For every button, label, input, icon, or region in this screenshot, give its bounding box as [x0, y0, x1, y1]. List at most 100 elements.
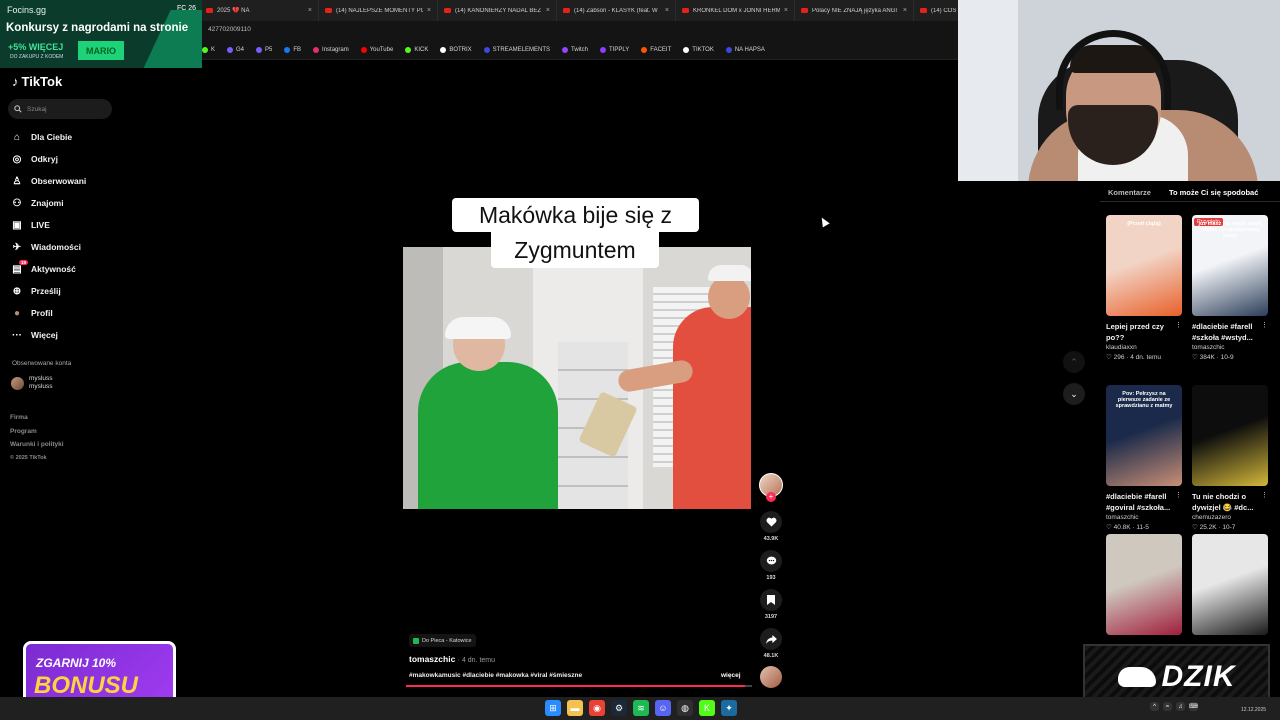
- bookmark-item[interactable]: NA HAPSA: [725, 46, 765, 53]
- explorer-icon[interactable]: ▬: [567, 700, 583, 716]
- close-icon[interactable]: ×: [784, 7, 788, 14]
- sidebar-item-dla-ciebie[interactable]: ⌂ Dla Ciebie: [11, 126, 121, 148]
- bookmark-item[interactable]: FB: [284, 46, 301, 53]
- close-icon[interactable]: ×: [903, 7, 907, 14]
- bookmark-item[interactable]: KICK: [405, 46, 428, 53]
- close-icon[interactable]: ×: [546, 7, 550, 14]
- browser-tab[interactable]: Polacy NIE ZNAJĄ języka ANGI ×: [795, 0, 914, 21]
- close-icon[interactable]: ×: [308, 7, 312, 14]
- bookmark-item[interactable]: Instagram: [313, 46, 349, 53]
- video-thumbnail[interactable]: Pov: Pełrzysz na pierwsze zadanie ze spr…: [1106, 385, 1182, 486]
- footer-link-company[interactable]: Firma: [10, 411, 64, 425]
- bookmark-item[interactable]: Twitch: [562, 46, 588, 53]
- windows-start-icon[interactable]: ⊞: [545, 700, 561, 716]
- more-options-icon[interactable]: ⋮: [1261, 321, 1268, 329]
- suggestion-card[interactable]: [1106, 534, 1182, 635]
- more-options-icon[interactable]: ⋮: [1175, 491, 1182, 499]
- share-icon[interactable]: [760, 628, 782, 650]
- follow-plus-icon[interactable]: +: [766, 492, 776, 502]
- bookmark-item[interactable]: BOTRIX: [440, 46, 472, 53]
- sidebar-item-profil[interactable]: ● Profil: [11, 302, 121, 324]
- obs-icon[interactable]: ◍: [677, 700, 693, 716]
- tray-lang-icon[interactable]: ⌨: [1189, 702, 1198, 711]
- tab-suggestions[interactable]: To może Ci się spodobać: [1167, 185, 1260, 200]
- video-thumbnail[interactable]: (Przed ciążą): [1106, 215, 1182, 316]
- address-bar[interactable]: 427702009110: [200, 21, 960, 40]
- bookmark-favicon-icon: [256, 46, 263, 53]
- discord-icon[interactable]: ☺: [655, 700, 671, 716]
- browser-tab[interactable]: (14) KANONIERZY NADAL BEZ ×: [438, 0, 557, 21]
- sidebar-item-prze-lij[interactable]: ⊕ Prześlij: [11, 280, 121, 302]
- more-button[interactable]: więcej: [721, 672, 741, 679]
- tray-up-icon[interactable]: ^: [1150, 702, 1159, 711]
- video-hashtags[interactable]: #makowkamusic #dlaciebie #makowka #viral…: [409, 672, 582, 679]
- search-box[interactable]: [8, 99, 112, 119]
- music-disc-avatar[interactable]: [760, 666, 782, 688]
- suggestion-card[interactable]: Przypięto juz masz raz masz sakej wbiles …: [1192, 215, 1268, 361]
- footer-link-program[interactable]: Program: [10, 425, 64, 439]
- sidebar-item-wiadomo-ci[interactable]: ✈ Wiadomości: [11, 236, 121, 258]
- video-thumbnail[interactable]: [1106, 534, 1182, 635]
- bookmark-label: STREAMELEMENTS: [492, 46, 551, 53]
- bookmark-label: G4: [236, 46, 245, 53]
- tray-sound-icon[interactable]: ♫: [1176, 702, 1185, 711]
- more-options-icon[interactable]: ⋮: [1261, 491, 1268, 499]
- bookmark-item[interactable]: P5: [256, 46, 272, 53]
- footer-link-terms[interactable]: Warunki i polityki: [10, 438, 64, 452]
- comment-action[interactable]: 193: [760, 550, 782, 581]
- video-player[interactable]: [403, 247, 751, 509]
- video-progress-bar[interactable]: [406, 685, 752, 687]
- suggestion-card[interactable]: Pov: Pełrzysz na pierwsze zadanie ze spr…: [1106, 385, 1182, 531]
- video-thumbnail[interactable]: [1192, 385, 1268, 486]
- browser-tab[interactable]: (14) NAJLEPSZE MOMENTY PO ×: [319, 0, 438, 21]
- browser-tab[interactable]: KRONKEL DOM x JONNI HERM ×: [676, 0, 795, 21]
- taskbar-apps: ⊞ ▬ ◉ ⚙ ≋ ☺ ◍ K ✦: [545, 700, 737, 716]
- share-action[interactable]: 48.1K: [760, 628, 782, 659]
- bookmark-item[interactable]: FACEIT: [641, 46, 672, 53]
- sidebar-item-live[interactable]: ▣ LIVE: [11, 214, 121, 236]
- tray-network-icon[interactable]: ≈: [1163, 702, 1172, 711]
- sidebar-item-obserwowani[interactable]: ♙ Obserwowani: [11, 170, 121, 192]
- tab-comments[interactable]: Komentarze: [1106, 185, 1153, 200]
- browser-tab[interactable]: (14) COŚ JEST NIE TAK | TO JEST×: [914, 0, 960, 21]
- browser-tab[interactable]: (14) Żabson - KLASYK (feat. W ×: [557, 0, 676, 21]
- video-author[interactable]: tomaszchic · 4 dn. temu: [409, 654, 495, 664]
- location-tag[interactable]: Do Pieca - Katowice: [409, 634, 476, 647]
- bookmark-label: FACEIT: [650, 46, 672, 53]
- more-options-icon[interactable]: ⋮: [1175, 321, 1182, 329]
- chrome-icon[interactable]: ◉: [589, 700, 605, 716]
- sidebar-item-znajomi[interactable]: ⚇ Znajomi: [11, 192, 121, 214]
- bookmark-item[interactable]: YouTube: [360, 46, 393, 53]
- suggestion-card[interactable]: [1192, 534, 1268, 635]
- video-thumbnail[interactable]: [1192, 534, 1268, 635]
- heart-icon[interactable]: [760, 511, 782, 533]
- spotify-icon[interactable]: ≋: [633, 700, 649, 716]
- video-thumbnail[interactable]: Przypięto juz masz raz masz sakej wbiles …: [1192, 215, 1268, 316]
- bookmark-item[interactable]: TIPPLY: [600, 46, 629, 53]
- suggestion-card[interactable]: Tu nie chodzi o dywizjel 😂 #dc... chemuza…: [1192, 385, 1268, 531]
- sidebar-item-odkryj[interactable]: ◎ Odkryj: [11, 148, 121, 170]
- close-icon[interactable]: ×: [665, 7, 669, 14]
- browser-tab[interactable]: 2025 💔 NA ×: [200, 0, 319, 21]
- bookmark-item[interactable]: G4: [227, 46, 245, 53]
- like-action[interactable]: 43.9K: [760, 511, 782, 542]
- search-input[interactable]: [27, 105, 107, 113]
- sidebar-item-aktywno-[interactable]: ▤ 19 Aktywność: [11, 258, 121, 280]
- steam-icon[interactable]: ⚙: [611, 700, 627, 716]
- scroll-down-button[interactable]: ⌄: [1063, 383, 1085, 405]
- comment-count: 193: [766, 575, 776, 581]
- sidebar-item-wi-cej[interactable]: ··· Więcej: [11, 324, 121, 346]
- tiktok-logo[interactable]: ♪ TikTok: [12, 74, 62, 89]
- steam2-icon[interactable]: ✦: [721, 700, 737, 716]
- save-action[interactable]: 3197: [760, 589, 782, 620]
- bookmark-item[interactable]: TIKTOK: [683, 46, 714, 53]
- followed-account[interactable]: mysluss mysluss: [11, 375, 52, 391]
- comment-icon[interactable]: [760, 550, 782, 572]
- bookmark-icon[interactable]: [760, 589, 782, 611]
- scroll-up-button[interactable]: ⌃: [1063, 351, 1085, 373]
- bookmark-item[interactable]: STREAMELEMENTS: [483, 46, 551, 53]
- kick-icon[interactable]: K: [699, 700, 715, 716]
- close-icon[interactable]: ×: [427, 7, 431, 14]
- bookmark-item[interactable]: K: [202, 46, 215, 53]
- suggestion-card[interactable]: (Przed ciążą) Lepiej przed czy po?? klaudi…: [1106, 215, 1182, 361]
